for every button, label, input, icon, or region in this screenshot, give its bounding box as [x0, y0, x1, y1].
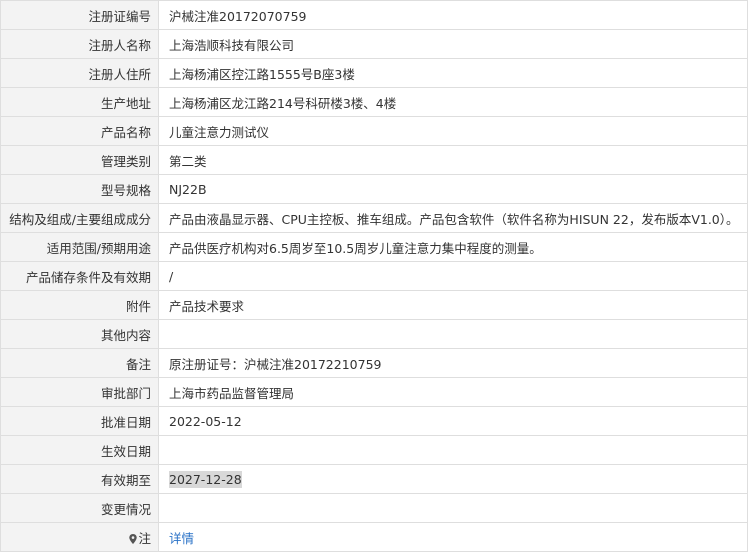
label-approval-department: 审批部门 [0, 377, 159, 407]
row-management-category: 管理类别 第二类 [0, 145, 748, 175]
row-product-name: 产品名称 儿童注意力测试仪 [0, 116, 748, 146]
row-structure-composition: 结构及组成/主要组成成分 产品由液晶显示器、CPU主控板、推车组成。产品包含软件… [0, 203, 748, 233]
label-remarks: 备注 [0, 348, 159, 378]
value-storage-validity: / [158, 261, 748, 291]
row-valid-until: 有效期至 2027-12-28 [0, 464, 748, 494]
label-storage-validity: 产品储存条件及有效期 [0, 261, 159, 291]
value-change-status [158, 493, 748, 523]
value-structure-composition: 产品由液晶显示器、CPU主控板、推车组成。产品包含软件（软件名称为HISUN 2… [158, 203, 748, 233]
value-registration-number: 沪械注准20172070759 [158, 0, 748, 30]
row-attachment: 附件 产品技术要求 [0, 290, 748, 320]
label-note-cell: 注 [0, 522, 159, 552]
label-effective-date: 生效日期 [0, 435, 159, 465]
value-production-address: 上海杨浦区龙江路214号科研楼3楼、4楼 [158, 87, 748, 117]
row-approval-department: 审批部门 上海市药品监督管理局 [0, 377, 748, 407]
value-intended-use: 产品供医疗机构对6.5周岁至10.5周岁儿童注意力集中程度的测量。 [158, 232, 748, 262]
label-note: 注 [138, 530, 151, 546]
value-approval-department: 上海市药品监督管理局 [158, 377, 748, 407]
pin-icon [129, 533, 138, 544]
value-approval-date: 2022-05-12 [158, 406, 748, 436]
label-product-name: 产品名称 [0, 116, 159, 146]
label-management-category: 管理类别 [0, 145, 159, 175]
value-model-spec: NJ22B [158, 174, 748, 204]
label-registrant-address: 注册人住所 [0, 58, 159, 88]
value-note-cell: 详情 [158, 522, 748, 552]
label-production-address: 生产地址 [0, 87, 159, 117]
row-change-status: 变更情况 [0, 493, 748, 523]
row-approval-date: 批准日期 2022-05-12 [0, 406, 748, 436]
value-registrant-address: 上海杨浦区控江路1555号B座3楼 [158, 58, 748, 88]
label-valid-until: 有效期至 [0, 464, 159, 494]
value-attachment: 产品技术要求 [158, 290, 748, 320]
registration-record-table: 注册证编号 沪械注准20172070759 注册人名称 上海浩顺科技有限公司 注… [0, 0, 748, 552]
label-registration-number: 注册证编号 [0, 0, 159, 30]
row-other-content: 其他内容 [0, 319, 748, 349]
value-registrant-name: 上海浩顺科技有限公司 [158, 29, 748, 59]
label-other-content: 其他内容 [0, 319, 159, 349]
label-approval-date: 批准日期 [0, 406, 159, 436]
label-model-spec: 型号规格 [0, 174, 159, 204]
value-valid-until[interactable]: 2027-12-28 [169, 470, 242, 488]
label-registrant-name: 注册人名称 [0, 29, 159, 59]
details-link[interactable]: 详情 [169, 531, 194, 546]
value-effective-date [158, 435, 748, 465]
value-management-category: 第二类 [158, 145, 748, 175]
row-registration-number: 注册证编号 沪械注准20172070759 [0, 0, 748, 30]
row-model-spec: 型号规格 NJ22B [0, 174, 748, 204]
value-other-content [158, 319, 748, 349]
label-attachment: 附件 [0, 290, 159, 320]
row-remarks: 备注 原注册证号：沪械注准20172210759 [0, 348, 748, 378]
row-intended-use: 适用范围/预期用途 产品供医疗机构对6.5周岁至10.5周岁儿童注意力集中程度的… [0, 232, 748, 262]
value-remarks: 原注册证号：沪械注准20172210759 [158, 348, 748, 378]
value-valid-until-cell: 2027-12-28 [158, 464, 748, 494]
label-intended-use: 适用范围/预期用途 [0, 232, 159, 262]
row-registrant-name: 注册人名称 上海浩顺科技有限公司 [0, 29, 748, 59]
row-effective-date: 生效日期 [0, 435, 748, 465]
value-product-name: 儿童注意力测试仪 [158, 116, 748, 146]
row-note: 注 详情 [0, 522, 748, 552]
label-structure-composition: 结构及组成/主要组成成分 [0, 203, 159, 233]
label-change-status: 变更情况 [0, 493, 159, 523]
row-production-address: 生产地址 上海杨浦区龙江路214号科研楼3楼、4楼 [0, 87, 748, 117]
row-registrant-address: 注册人住所 上海杨浦区控江路1555号B座3楼 [0, 58, 748, 88]
row-storage-validity: 产品储存条件及有效期 / [0, 261, 748, 291]
